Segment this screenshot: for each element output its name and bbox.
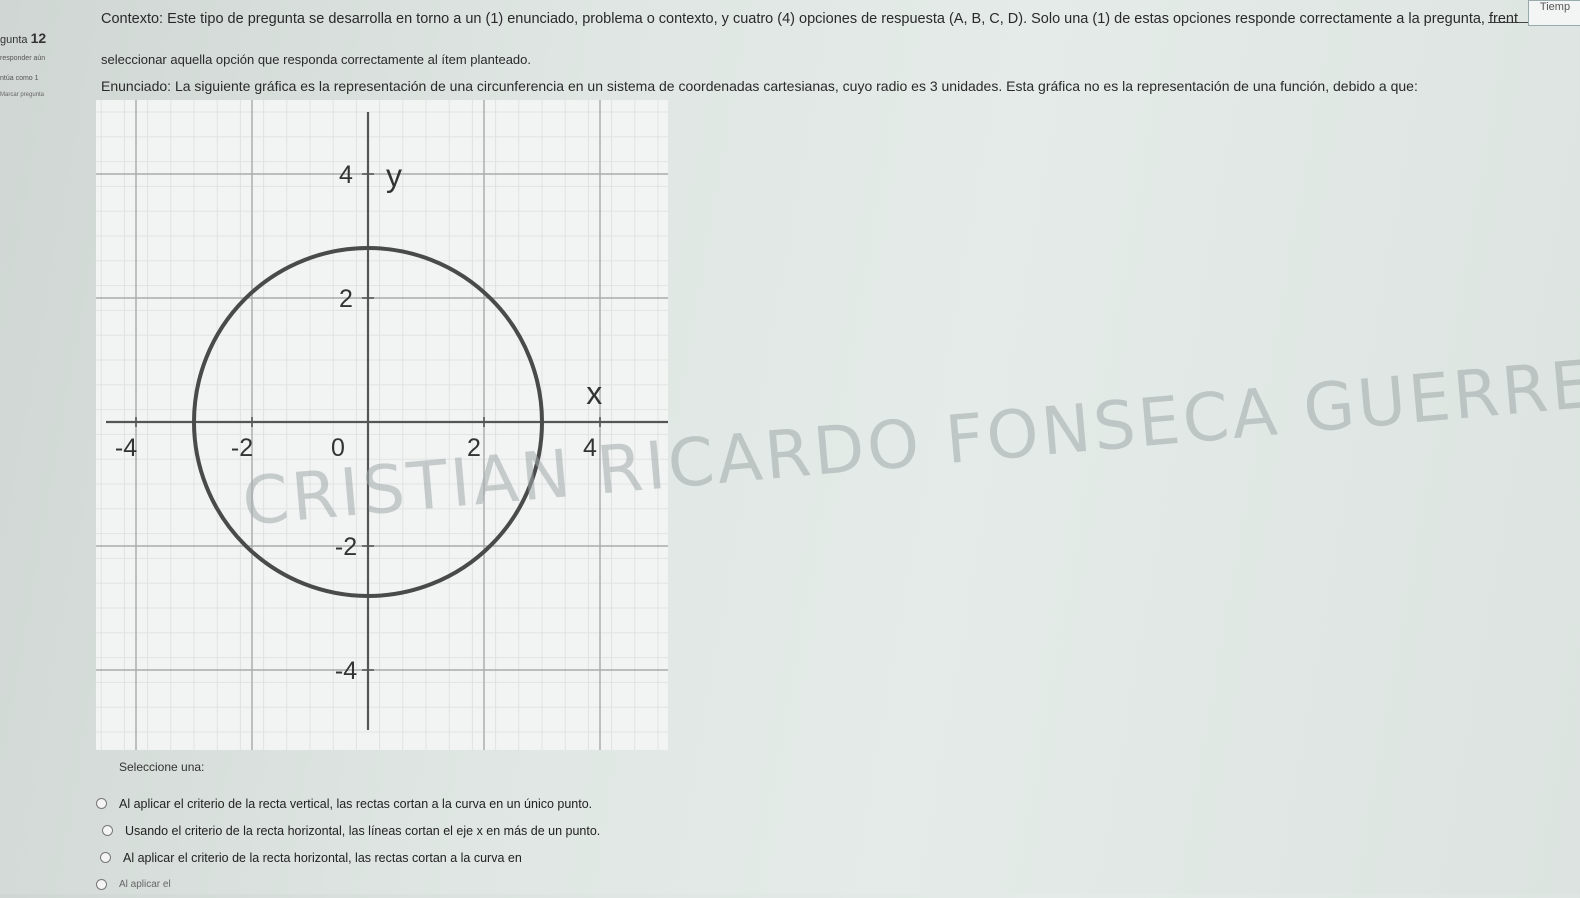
radio-button[interactable]: [96, 798, 107, 809]
answer-options: Al aplicar el criterio de la recta verti…: [96, 790, 600, 898]
y-tick-label: 2: [339, 285, 353, 313]
question-context: Contexto: Este tipo de pregunta se desar…: [101, 11, 1518, 27]
answer-option-a[interactable]: Al aplicar el criterio de la recta verti…: [96, 790, 600, 817]
timer-box: Tiemp: [1528, 0, 1580, 26]
question-number: gunta 12: [0, 30, 47, 46]
y-axis-label: y: [386, 157, 402, 193]
y-tick-label: 4: [339, 161, 353, 189]
radio-button[interactable]: [100, 852, 111, 863]
flag-question-link[interactable]: Marcar pregunta: [0, 92, 44, 98]
question-statement: Enunciado: La siguiente gráfica es la re…: [101, 78, 1418, 94]
radio-button[interactable]: [96, 879, 107, 890]
y-tick-label: -2: [335, 533, 357, 561]
question-status: responder aún: [0, 55, 46, 62]
radio-button[interactable]: [102, 825, 113, 836]
graph-background: [96, 100, 668, 750]
circle-graph: -4 -2 0 2 442-2-4xy: [96, 100, 668, 750]
answer-option-b[interactable]: Usando el criterio de la recta horizonta…: [102, 817, 600, 844]
y-tick-label: -4: [335, 657, 357, 685]
x-tick-label: -2: [231, 434, 253, 462]
x-axis-label: x: [586, 375, 602, 411]
question-points: ntúa como 1: [0, 75, 39, 82]
question-context-continued: seleccionar aquella opción que responda …: [101, 52, 531, 67]
answer-option-c[interactable]: Al aplicar el criterio de la recta horiz…: [100, 844, 600, 871]
x-tick-label: -4: [115, 434, 137, 462]
select-one-label: Seleccione una:: [119, 760, 205, 774]
